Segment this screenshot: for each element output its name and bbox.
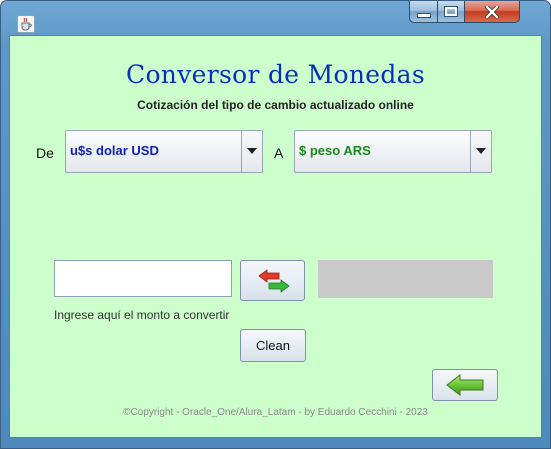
chevron-down-icon <box>247 148 257 154</box>
minimize-icon <box>416 13 431 18</box>
chevron-down-icon <box>476 148 486 154</box>
swap-arrows-icon <box>258 269 290 293</box>
back-arrow-icon <box>446 374 484 396</box>
from-currency-select[interactable]: u$s dolar USD <box>65 130 263 173</box>
maximize-icon <box>444 6 458 17</box>
from-currency-value: u$s dolar USD <box>70 143 159 158</box>
app-subtitle: Cotización del tipo de cambio actualizad… <box>137 98 414 112</box>
title-bar[interactable] <box>1 1 550 35</box>
minimize-button[interactable] <box>409 1 438 23</box>
amount-input[interactable] <box>54 260 232 297</box>
main-panel: Conversor de Monedas Cotización del tipo… <box>9 35 542 438</box>
to-dropdown-button[interactable] <box>470 131 491 172</box>
to-currency-value: $ peso ARS <box>299 143 371 158</box>
from-dropdown-button[interactable] <box>241 131 262 172</box>
app-window: Conversor de Monedas Cotización del tipo… <box>0 0 551 449</box>
result-display <box>318 260 493 298</box>
back-button[interactable] <box>432 369 498 401</box>
from-label: De <box>36 145 54 161</box>
amount-hint: Ingrese aquí el monto a convertir <box>54 308 230 322</box>
close-icon <box>485 5 499 18</box>
window-controls <box>409 1 520 23</box>
java-cup-icon[interactable] <box>17 15 35 33</box>
app-title: Conversor de Monedas <box>126 60 425 89</box>
to-currency-select[interactable]: $ peso ARS <box>294 130 492 173</box>
swap-button[interactable] <box>240 260 305 301</box>
to-label: A <box>274 145 284 161</box>
clean-button[interactable]: Clean <box>240 329 306 362</box>
close-button[interactable] <box>465 1 520 23</box>
copyright-footer: ©Copyright - Oracle_One/Alura_Latam - by… <box>123 407 428 418</box>
maximize-button[interactable] <box>438 1 465 23</box>
